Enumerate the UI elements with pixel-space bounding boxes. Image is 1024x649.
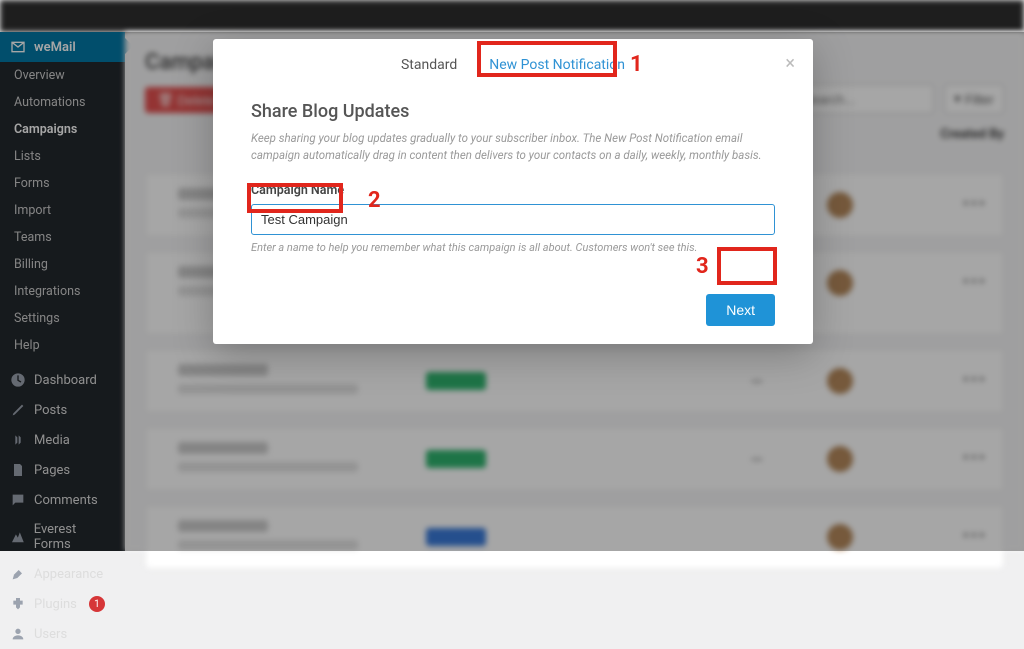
annotation-1: 1 bbox=[630, 52, 643, 77]
annotation-3: 3 bbox=[696, 254, 709, 279]
sidebar-item-plugins[interactable]: Plugins 1 bbox=[0, 589, 125, 619]
annotation-2: 2 bbox=[368, 188, 381, 213]
wp-admin-bar bbox=[0, 0, 1024, 32]
sidebar-label: Users bbox=[34, 627, 67, 642]
campaign-name-input[interactable] bbox=[251, 204, 775, 235]
modal-description: Keep sharing your blog updates gradually… bbox=[251, 130, 775, 165]
sidebar-label: Appearance bbox=[34, 567, 103, 582]
campaign-name-help: Enter a name to help you remember what t… bbox=[251, 241, 775, 254]
plugin-badge: 1 bbox=[89, 596, 105, 612]
modal-title: Share Blog Updates bbox=[251, 101, 775, 122]
campaign-name-label: Campaign Name bbox=[251, 183, 775, 198]
sidebar-item-users[interactable]: Users bbox=[0, 619, 125, 649]
sidebar-item-appearance[interactable]: Appearance bbox=[0, 559, 125, 589]
tab-standard[interactable]: Standard bbox=[395, 53, 463, 79]
close-icon[interactable]: × bbox=[785, 53, 795, 74]
tab-new-post-notification[interactable]: New Post Notification bbox=[483, 53, 631, 79]
new-campaign-modal: Standard New Post Notification × Share B… bbox=[213, 39, 813, 344]
next-button[interactable]: Next bbox=[706, 294, 775, 326]
modal-tabs: Standard New Post Notification × bbox=[213, 39, 813, 89]
sidebar-label: Plugins bbox=[34, 597, 77, 612]
